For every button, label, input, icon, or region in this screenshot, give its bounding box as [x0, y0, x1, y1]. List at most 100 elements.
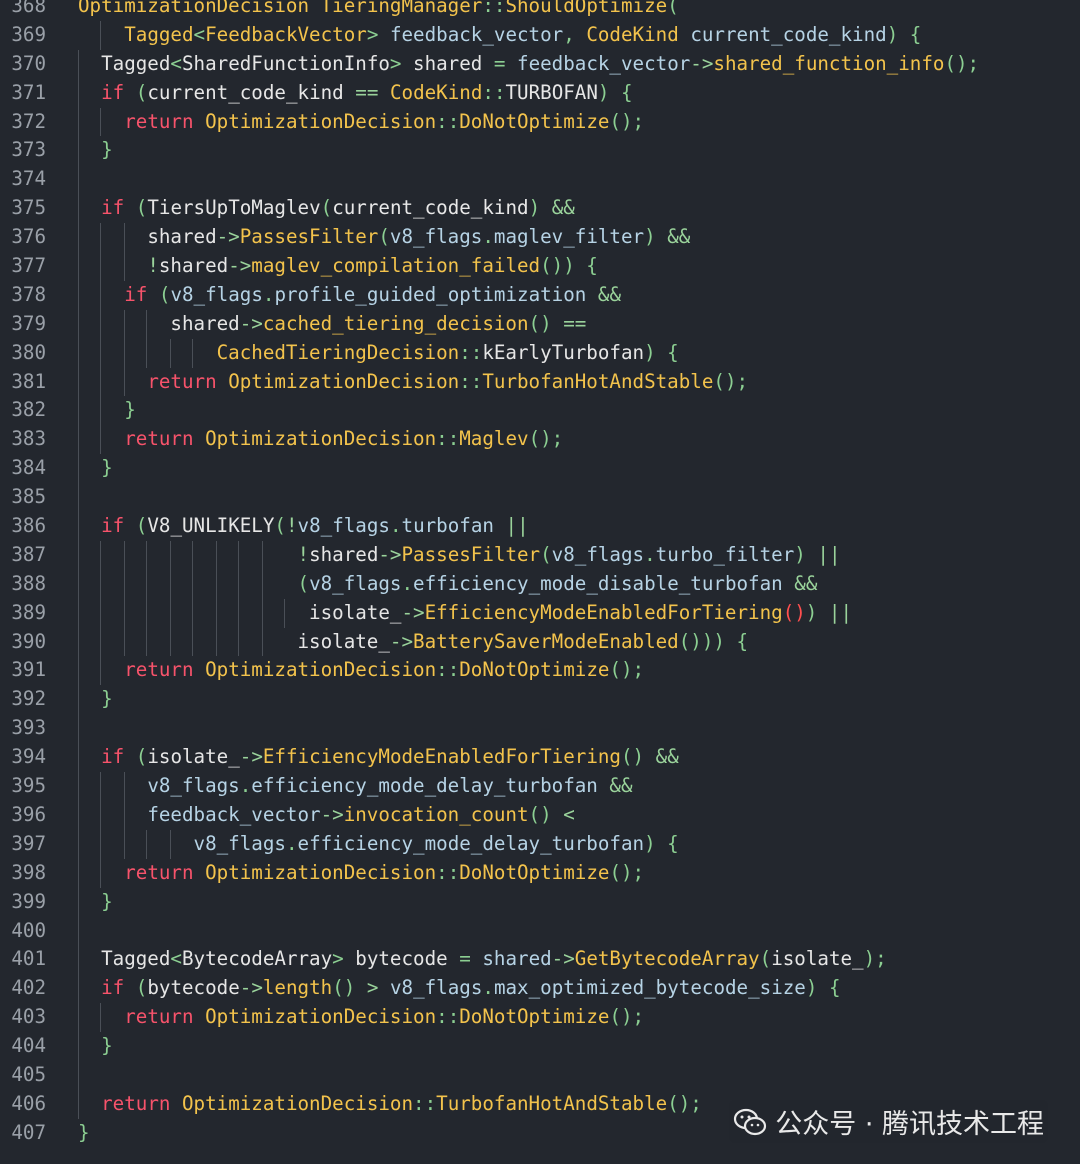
code-line[interactable]: 368 OptimizationDecision TieringManager::… — [0, 0, 1080, 21]
code-line[interactable]: 387 !shared->PassesFilter(v8_flags.turbo… — [0, 540, 1080, 570]
code-token: return — [101, 1091, 171, 1115]
code-token: () — [528, 311, 564, 335]
code-line[interactable]: 393 — [0, 714, 1080, 744]
code-token: EfficiencyModeEnabledForTiering — [424, 600, 783, 624]
code-line[interactable]: 379 shared->cached_tiering_decision() == — [0, 309, 1080, 339]
code-line[interactable]: 389 isolate_->EfficiencyModeEnabledForTi… — [0, 598, 1080, 628]
code-token: ( — [378, 225, 390, 249]
code-line[interactable]: 390 isolate_->BatterySaverModeEnabled())… — [0, 627, 1080, 657]
code-token: ( — [158, 282, 171, 306]
code-text: !shared->maglev_compilation_failed()) { — [78, 252, 598, 281]
code-area[interactable]: 368 OptimizationDecision TieringManager::… — [0, 0, 1080, 1148]
code-line[interactable]: 404 } — [0, 1032, 1080, 1061]
code-line[interactable]: 370 Tagged<SharedFunctionInfo> shared = … — [0, 49, 1080, 79]
code-line[interactable]: 392 } — [0, 685, 1080, 715]
code-token: invocation_count — [343, 802, 529, 826]
code-line[interactable]: 398 return OptimizationDecision::DoNotOp… — [0, 858, 1080, 888]
code-token: -> — [239, 745, 263, 769]
line-number: 397 — [11, 831, 46, 855]
code-line[interactable]: 405 — [0, 1060, 1080, 1090]
code-line[interactable]: 401 Tagged<BytecodeArray> bytecode = sha… — [0, 945, 1080, 975]
code-line[interactable]: 378 if (v8_flags.profile_guided_optimiza… — [0, 280, 1080, 310]
code-line[interactable]: 399 } — [0, 887, 1080, 917]
code-line[interactable]: 403 return OptimizationDecision::DoNotOp… — [0, 1003, 1080, 1033]
code-line[interactable]: 376 shared->PassesFilter(v8_flags.maglev… — [0, 223, 1080, 253]
code-token: . — [262, 282, 275, 306]
code-token: && — [609, 774, 633, 798]
code-line[interactable]: 381 return OptimizationDecision::Turbofa… — [0, 367, 1080, 397]
line-number: 407 — [11, 1120, 46, 1144]
code-token: v8_flags — [170, 282, 263, 306]
code-line[interactable]: 371 if (current_code_kind == CodeKind::T… — [0, 78, 1080, 108]
code-token: PassesFilter — [401, 542, 541, 566]
line-number: 384 — [11, 456, 46, 480]
line-number: 396 — [11, 802, 46, 826]
line-number: 370 — [11, 51, 46, 75]
code-token: && — [597, 282, 622, 306]
code-line[interactable]: 391 return OptimizationDecision::DoNotOp… — [0, 656, 1080, 686]
code-token: BytecodeArray — [181, 947, 333, 971]
code-line[interactable]: 400 — [0, 916, 1080, 946]
code-token: . — [389, 514, 402, 538]
code-token: maglev_filter — [493, 225, 645, 249]
code-line[interactable]: 369 Tagged<FeedbackVector> feedback_vect… — [0, 20, 1080, 50]
code-text: } — [78, 396, 136, 425]
code-line[interactable]: 397 v8_flags.efficiency_mode_delay_turbo… — [0, 829, 1080, 859]
code-token: return — [124, 109, 194, 133]
code-token: :: — [482, 80, 506, 104]
code-token: shared — [170, 311, 240, 335]
code-line[interactable]: 375 if (TiersUpToMaglev(current_code_kin… — [0, 194, 1080, 224]
code-token: || — [817, 542, 841, 566]
code-line[interactable]: 394 if (isolate_->EfficiencyModeEnabledF… — [0, 743, 1080, 773]
code-line[interactable]: 372 return OptimizationDecision::DoNotOp… — [0, 107, 1080, 137]
code-editor[interactable]: 368 OptimizationDecision TieringManager::… — [0, 0, 1080, 1164]
code-token: isolate_ — [147, 745, 240, 769]
code-token: (); — [609, 860, 645, 884]
code-token: turbo_filter — [655, 542, 795, 566]
code-line[interactable]: 382 } — [0, 396, 1080, 426]
code-token: :: — [413, 1091, 437, 1115]
code-text: } — [78, 1032, 113, 1061]
code-token: ) { — [597, 80, 633, 104]
code-token: efficiency_mode_disable_turbofan — [413, 571, 783, 595]
code-token: ( — [297, 571, 310, 595]
code-line[interactable]: 384 } — [0, 454, 1080, 484]
code-line[interactable]: 396 feedback_vector->invocation_count() … — [0, 800, 1080, 830]
code-token: } — [101, 138, 113, 162]
code-line[interactable]: 402 if (bytecode->length() > v8_flags.ma… — [0, 974, 1080, 1004]
code-text: return OptimizationDecision::DoNotOptimi… — [78, 656, 644, 685]
code-text: v8_flags.efficiency_mode_delay_turbofan … — [78, 772, 633, 801]
code-line[interactable]: 388 (v8_flags.efficiency_mode_disable_tu… — [0, 569, 1080, 599]
line-number: 372 — [11, 109, 46, 133]
code-token: PassesFilter — [239, 225, 379, 249]
line-number: 394 — [11, 745, 46, 769]
code-token: isolate_ — [297, 629, 390, 653]
code-text: return OptimizationDecision::DoNotOptimi… — [78, 859, 644, 888]
code-token: < — [563, 802, 575, 826]
code-line[interactable]: 380 CachedTieringDecision::kEarlyTurbofa… — [0, 338, 1080, 368]
code-line[interactable]: 373 } — [0, 136, 1080, 166]
code-token: () — [620, 745, 656, 769]
code-text: } — [78, 1119, 90, 1148]
code-line[interactable]: 385 — [0, 483, 1080, 513]
code-line[interactable]: 374 — [0, 165, 1080, 195]
code-token: v8_flags — [389, 976, 483, 1000]
code-token: == — [355, 80, 379, 104]
code-token: . — [239, 774, 252, 798]
code-token: OptimizationDecision — [78, 0, 310, 17]
code-line[interactable]: 386 if (V8_UNLIKELY(!v8_flags.turbofan |… — [0, 512, 1080, 541]
code-token: TurbofanHotAndStable — [436, 1091, 668, 1115]
code-line[interactable]: 383 return OptimizationDecision::Maglev(… — [0, 425, 1080, 455]
indent-guide — [78, 916, 79, 946]
code-line[interactable]: 395 v8_flags.efficiency_mode_delay_turbo… — [0, 772, 1080, 801]
code-line[interactable]: 377 !shared->maglev_compilation_failed()… — [0, 252, 1080, 281]
line-number: 387 — [11, 542, 46, 566]
code-token: && — [551, 196, 575, 220]
code-token: } — [101, 456, 113, 480]
